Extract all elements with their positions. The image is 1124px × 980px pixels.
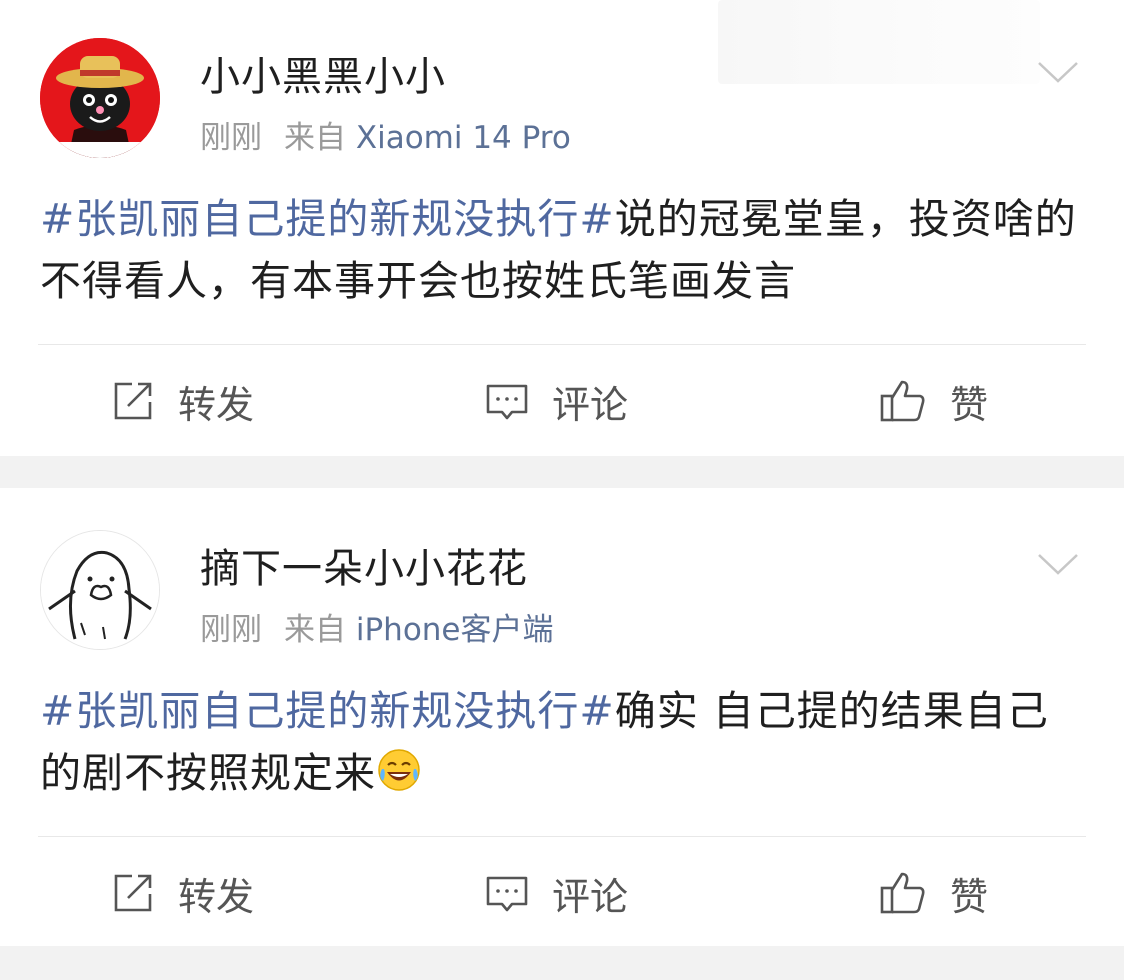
like-label: 赞 [950, 382, 989, 427]
username[interactable]: 小小黑黑小小 [200, 44, 446, 102]
comment-icon [486, 384, 528, 420]
post-card: 小小黑黑小小 刚刚 来自 Xiaomi 14 Pro #张凯丽自己提的新规没执行#… [0, 0, 1124, 456]
post-meta: 刚刚 来自 iPhone客户端 [200, 604, 554, 649]
cartoon-avatar-icon [41, 531, 159, 649]
weibo-feed: 小小黑黑小小 刚刚 来自 Xiaomi 14 Pro #张凯丽自己提的新规没执行#… [0, 0, 1124, 980]
repost-icon [114, 874, 152, 912]
username[interactable]: 摘下一朵小小花花 [200, 536, 528, 594]
comment-button[interactable]: 评论 [484, 838, 628, 948]
like-button[interactable]: 赞 [878, 346, 988, 456]
chevron-down-icon[interactable] [1036, 58, 1080, 86]
topic-link[interactable]: #张凯丽自己提的新规没执行# [40, 195, 615, 243]
repost-label: 转发 [178, 874, 255, 919]
topic-link[interactable]: #张凯丽自己提的新规没执行# [40, 687, 615, 735]
comment-button[interactable]: 评论 [484, 346, 628, 456]
divider [38, 836, 1086, 837]
repost-icon [114, 382, 152, 420]
divider [38, 344, 1086, 345]
laughing-tears-emoji-icon [378, 749, 420, 791]
source-prefix: 来自 [284, 612, 346, 648]
avatar[interactable] [40, 530, 160, 650]
post-source[interactable]: iPhone客户端 [356, 612, 554, 648]
post-meta: 刚刚 来自 Xiaomi 14 Pro [200, 112, 571, 157]
post-time: 刚刚 [200, 612, 262, 648]
post-time: 刚刚 [200, 120, 262, 156]
comment-icon [486, 876, 528, 912]
comment-label: 评论 [552, 874, 629, 919]
like-button[interactable]: 赞 [878, 838, 988, 948]
post-content: #张凯丽自己提的新规没执行#说的冠冕堂皇，投资啥的不得看人，有本事开会也按姓氏笔… [40, 188, 1084, 312]
action-bar: 转发 评论 赞 [0, 346, 1124, 456]
chevron-down-icon[interactable] [1036, 550, 1080, 578]
post-source[interactable]: Xiaomi 14 Pro [356, 120, 571, 156]
comment-label: 评论 [552, 382, 629, 427]
like-label: 赞 [950, 874, 989, 919]
action-bar: 转发 评论 赞 [0, 838, 1124, 948]
blurred-region [718, 0, 1040, 84]
thumbs-up-icon [880, 380, 925, 422]
repost-button[interactable]: 转发 [110, 838, 254, 948]
repost-label: 转发 [178, 382, 255, 427]
post-content: #张凯丽自己提的新规没执行#确实 自己提的结果自己的剧不按照规定来 [40, 680, 1084, 804]
post-card: 摘下一朵小小花花 刚刚 来自 iPhone客户端 #张凯丽自己提的新规没执行#确实… [0, 488, 1124, 946]
avatar[interactable] [40, 38, 160, 158]
mascot-avatar-icon [40, 38, 160, 158]
thumbs-up-icon [880, 872, 925, 914]
source-prefix: 来自 [284, 120, 346, 156]
repost-button[interactable]: 转发 [110, 346, 254, 456]
